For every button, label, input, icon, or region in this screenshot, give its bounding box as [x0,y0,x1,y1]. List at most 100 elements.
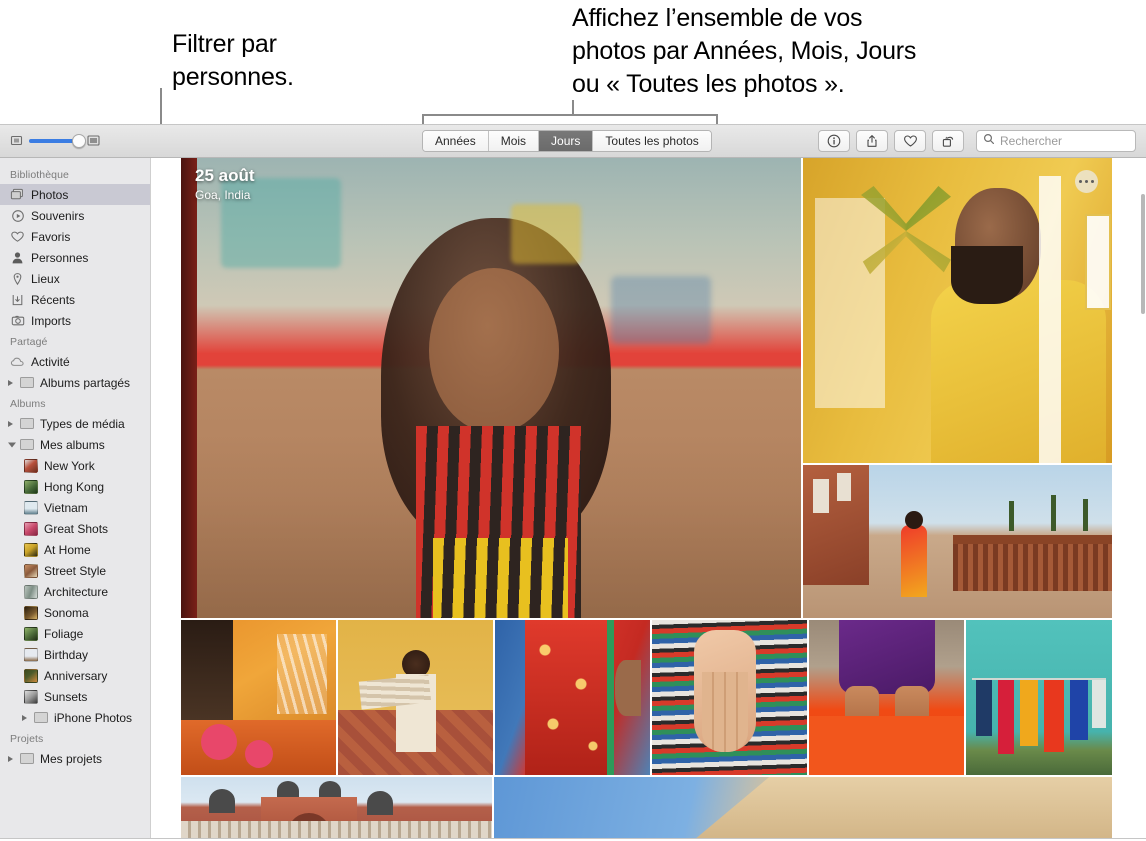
photo-feet-orange-powder[interactable] [809,620,964,775]
sidebar-item-lieux[interactable]: Lieux [0,268,150,289]
chevron-right-icon[interactable] [8,755,13,762]
sidebar-item-label: Lieux [31,271,60,286]
sidebar-item-favoris[interactable]: Favoris [0,226,150,247]
search-field[interactable]: Rechercher [976,130,1136,152]
sidebar-item-imports[interactable]: Imports [0,310,150,331]
sidebar-item-anniversary[interactable]: Anniversary [0,665,150,686]
sidebar-item-mes-projets[interactable]: Mes projets [0,748,150,769]
sidebar-item-activite[interactable]: Activité [0,351,150,372]
sidebar-item-label: Vietnam [44,500,88,515]
toolbar-actions [818,130,964,152]
photo-mosque-gateway[interactable] [181,777,492,838]
camera-icon [10,313,25,328]
sidebar-item-types-de-media[interactable]: Types de média [0,413,150,434]
album-thumbnail-icon [24,668,38,683]
share-button[interactable] [856,130,888,152]
info-button[interactable] [818,130,850,152]
sidebar-item-vietnam[interactable]: Vietnam [0,497,150,518]
sidebar-item-label: Mes albums [40,437,105,452]
photo-grid[interactable]: 25 août Goa, India [152,158,1146,838]
sidebar-item-label: Albums partagés [40,375,131,390]
sidebar-item-at-home[interactable]: At Home [0,539,150,560]
more-options-button[interactable] [1075,170,1098,193]
sidebar-item-label: Récents [31,292,76,307]
sidebar-item-label: Favoris [31,229,71,244]
photo-woman-red-sari-monument[interactable] [803,465,1112,618]
sidebar-item-great-shots[interactable]: Great Shots [0,518,150,539]
sidebar-item-new-york[interactable]: New York [0,455,150,476]
sidebar-item-personnes[interactable]: Personnes [0,247,150,268]
sidebar-item-albums-partages[interactable]: Albums partagés [0,372,150,393]
photo-woman-red-patterned-sari[interactable] [495,620,650,775]
sidebar-item-architecture[interactable]: Architecture [0,581,150,602]
segment-mois[interactable]: Mois [488,131,540,151]
sidebar-item-souvenirs[interactable]: Souvenirs [0,205,150,226]
sidebar-item-birthday[interactable]: Birthday [0,644,150,665]
sidebar-item-iphone-photos[interactable]: iPhone Photos [0,707,150,728]
folder-icon [20,377,34,388]
photo-blue-sky-sand-dune[interactable] [494,777,1112,838]
photos-app-window: Années Mois Jours Toutes les photos Rech… [0,124,1146,839]
segment-annees[interactable]: Années [423,131,489,151]
chevron-right-icon[interactable] [22,714,27,721]
heart-icon [10,229,25,244]
share-icon [865,134,879,148]
photo-woman-orange-headscarf[interactable] [181,620,336,775]
thumbnail-size-slider[interactable] [10,133,100,148]
album-thumbnail-icon [24,626,38,641]
favorite-button[interactable] [894,130,926,152]
sidebar-item-label: Personnes [31,250,89,265]
sidebar-item-label: Imports [31,313,72,328]
vertical-scrollbar[interactable] [1141,194,1145,314]
photos-icon [10,187,25,202]
segment-toutes-les-photos[interactable]: Toutes les photos [593,131,711,151]
photo-hand-striped-fabric[interactable] [652,620,807,775]
sidebar-item-recents[interactable]: Récents [0,289,150,310]
recents-icon [10,292,25,307]
dot-icon [1079,179,1083,184]
chevron-down-icon[interactable] [8,442,16,447]
album-thumbnail-icon [24,458,38,473]
sidebar-item-label: Activité [31,354,70,369]
slider-track[interactable] [29,133,86,148]
album-thumbnail-icon [24,521,38,536]
photo-date: 25 août [195,166,255,185]
sidebar-item-label: New York [44,458,95,473]
photo-man-yellow-kurta[interactable] [803,158,1112,463]
memories-icon [10,208,25,223]
folder-icon [34,712,48,723]
album-thumbnail-icon [24,689,38,704]
photo-laundry-turquoise-wall[interactable] [966,620,1112,775]
dot-icon [1084,179,1089,184]
sidebar-item-foliage[interactable]: Foliage [0,623,150,644]
sidebar-item-label: Foliage [44,626,84,641]
callout-browse-text: Affichez l’ensemble de vos photos par An… [572,4,917,98]
sidebar[interactable]: Bibliothèque Photos Souvenirs Favoris Pe… [0,158,151,838]
pin-icon [10,271,25,286]
rotate-button[interactable] [932,130,964,152]
view-mode-segmented-control[interactable]: Années Mois Jours Toutes les photos [422,130,712,152]
slider-knob[interactable] [72,133,86,148]
large-thumbnail-icon [87,134,100,147]
album-thumbnail-icon [24,584,38,599]
sidebar-item-label: Sunsets [44,689,88,704]
sidebar-item-photos[interactable]: Photos [0,184,150,205]
sidebar-item-sunsets[interactable]: Sunsets [0,686,150,707]
photo-woman-white-sari-courtyard[interactable] [338,620,493,775]
sidebar-item-street-style[interactable]: Street Style [0,560,150,581]
sidebar-item-hong-kong[interactable]: Hong Kong [0,476,150,497]
segment-jours[interactable]: Jours [539,131,594,151]
sidebar-item-mes-albums[interactable]: Mes albums [0,434,150,455]
sidebar-item-label: At Home [44,542,91,557]
sidebar-item-label: Anniversary [44,668,108,683]
cloud-icon [10,354,25,369]
chevron-right-icon[interactable] [8,379,13,386]
sidebar-item-sonoma[interactable]: Sonoma [0,602,150,623]
search-input[interactable]: Rechercher [1000,134,1062,148]
sidebar-item-label: Souvenirs [31,208,85,223]
photo-hero-woman-striped-dress[interactable]: 25 août Goa, India [181,158,801,618]
sidebar-section-albums: Albums [10,398,46,410]
callout-people-text: Filtrer par personnes. [172,30,294,91]
info-icon [827,134,841,148]
chevron-right-icon[interactable] [8,420,13,427]
